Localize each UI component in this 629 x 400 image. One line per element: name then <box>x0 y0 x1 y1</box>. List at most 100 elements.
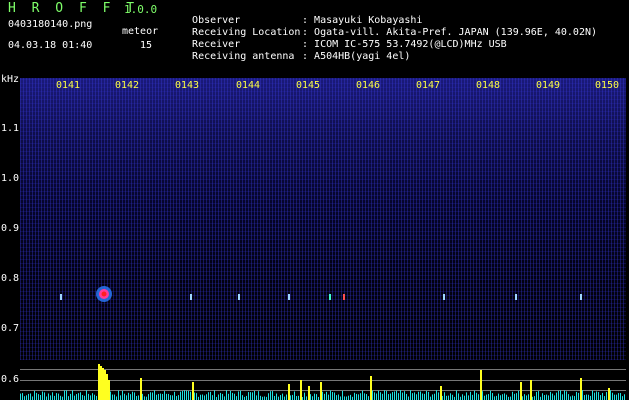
power-bar <box>476 392 477 400</box>
power-bar <box>70 393 71 400</box>
power-bar <box>54 395 55 400</box>
meteor-count: 15 <box>140 40 153 51</box>
power-bar <box>544 395 545 400</box>
power-bar <box>456 390 457 400</box>
power-bar <box>452 394 453 400</box>
power-bar <box>26 395 27 400</box>
power-bar <box>88 393 89 400</box>
power-bar <box>356 393 357 400</box>
power-bar <box>346 396 347 400</box>
power-bar <box>538 391 539 400</box>
power-bar <box>256 395 257 400</box>
power-bar <box>208 392 209 400</box>
power-bar <box>192 382 194 400</box>
power-bar <box>320 382 322 400</box>
x-tick: 0145 <box>296 80 321 91</box>
power-bar <box>338 394 339 400</box>
x-tick: 0141 <box>56 80 81 91</box>
power-bar <box>194 392 195 400</box>
power-bar <box>38 394 39 400</box>
app-title: H R O F F T <box>8 1 139 16</box>
power-bar <box>176 396 177 400</box>
power-bar <box>34 390 35 400</box>
power-bar <box>430 396 431 400</box>
power-bar <box>464 395 465 400</box>
power-bar <box>64 390 65 400</box>
y-tick: 0.7 <box>1 323 20 334</box>
power-bar <box>214 390 215 400</box>
power-bar <box>600 395 601 400</box>
power-bar <box>510 396 511 400</box>
power-bar <box>32 396 33 400</box>
power-bar <box>90 395 91 400</box>
power-bar <box>530 380 532 400</box>
power-bar <box>564 390 565 400</box>
power-bar <box>490 390 491 400</box>
power-bar <box>444 392 445 400</box>
power-bar <box>574 396 575 400</box>
power-bar <box>610 390 611 400</box>
power-bar <box>414 392 415 400</box>
datetime: 04.03.18 01:40 <box>8 40 93 51</box>
power-bar <box>130 394 131 400</box>
power-bar <box>246 395 247 400</box>
power-bar <box>240 390 241 400</box>
power-bar <box>622 396 623 400</box>
x-tick: 0147 <box>416 80 441 91</box>
power-bar <box>480 370 482 400</box>
power-bar <box>104 370 106 400</box>
power-bar <box>68 396 69 400</box>
power-bar <box>340 396 341 400</box>
x-tick: 0146 <box>356 80 381 91</box>
power-bar <box>512 391 513 400</box>
power-bar <box>374 392 375 400</box>
power-bar <box>500 395 501 400</box>
power-bar <box>342 390 343 400</box>
power-bar <box>150 392 151 400</box>
power-bar <box>236 396 237 400</box>
power-bar <box>616 394 617 400</box>
power-bar <box>372 390 373 400</box>
power-bar <box>568 394 569 400</box>
power-bar <box>470 391 471 400</box>
power-bar <box>138 395 139 400</box>
power-bar <box>22 393 23 400</box>
power-bar <box>516 393 517 400</box>
power-bar <box>238 391 239 400</box>
power-bar <box>72 390 73 400</box>
power-bar <box>332 391 333 400</box>
power-bar <box>496 395 497 400</box>
power-bar <box>48 393 49 400</box>
power-bar <box>294 391 295 400</box>
power-bar <box>330 390 331 400</box>
power-bar <box>562 394 563 400</box>
power-bar <box>58 393 59 400</box>
power-bar <box>522 396 523 400</box>
power-bar <box>200 394 201 400</box>
power-bar <box>212 395 213 400</box>
power-bar <box>396 390 397 400</box>
x-tick: 0150 <box>595 80 620 91</box>
power-bar <box>594 392 595 400</box>
power-bar <box>36 392 37 400</box>
power-bar <box>46 396 47 400</box>
power-bar <box>488 394 489 400</box>
power-bar <box>258 391 259 400</box>
power-bar <box>560 390 561 400</box>
power-bar <box>124 393 125 400</box>
power-bar <box>334 392 335 400</box>
power-bar <box>446 395 447 400</box>
power-bar <box>442 395 443 400</box>
power-bar <box>412 393 413 400</box>
y-tick: 1.0 <box>1 173 20 184</box>
power-bar <box>40 395 41 400</box>
power-bar <box>324 393 325 400</box>
power-bar <box>552 393 553 400</box>
power-bar <box>448 395 449 400</box>
power-bar <box>74 395 75 400</box>
echo-streak <box>343 294 345 300</box>
y-tick: 1.1 <box>1 123 20 134</box>
power-bar <box>168 393 169 400</box>
power-bar <box>312 396 313 400</box>
y-axis-unit: kHz <box>1 74 20 85</box>
